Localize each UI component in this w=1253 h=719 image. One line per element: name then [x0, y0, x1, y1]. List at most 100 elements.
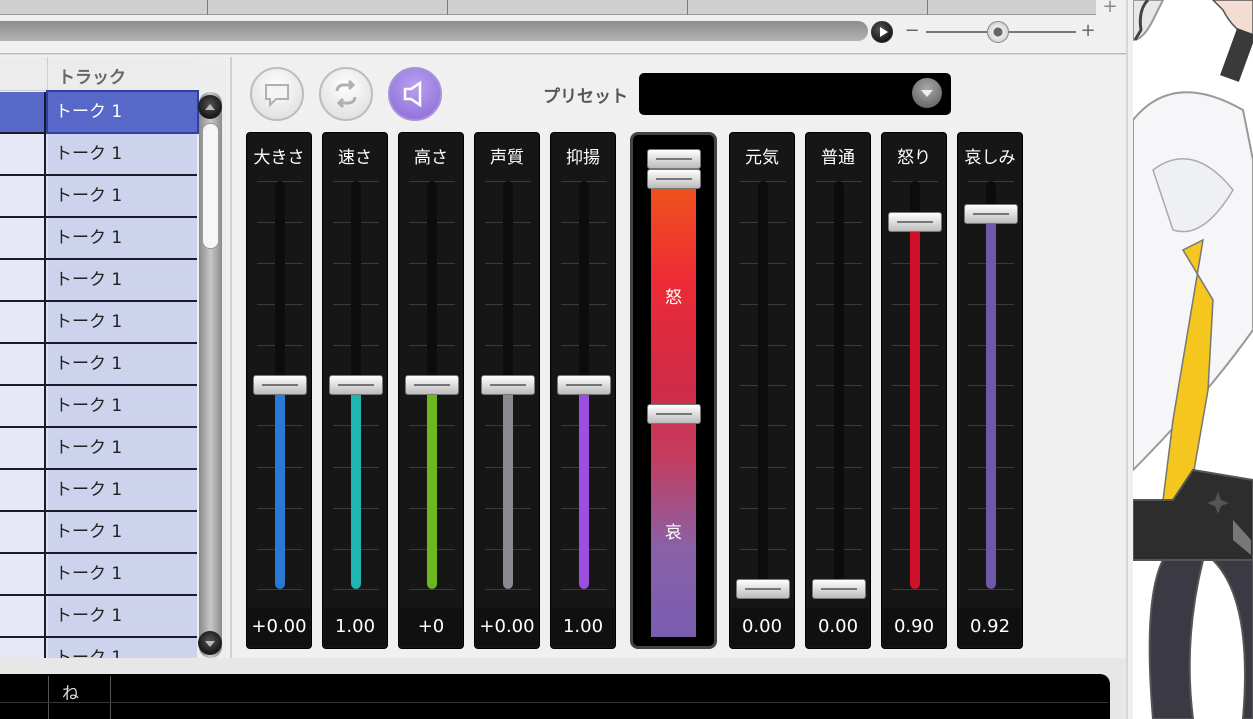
column-separator [47, 57, 48, 91]
track-name[interactable]: トーク 1 [48, 386, 197, 426]
slider-value[interactable]: +0 [400, 608, 462, 646]
track-row[interactable]: トーク 1 [0, 134, 197, 176]
track-row-handle[interactable] [0, 344, 46, 384]
horizontal-scrollbar[interactable] [0, 21, 868, 41]
track-name[interactable]: トーク 1 [48, 134, 197, 174]
track-row-handle[interactable] [0, 386, 46, 426]
slider-fill [986, 213, 996, 589]
play-button[interactable] [871, 21, 893, 43]
slider-sliders-3[interactable]: 声質 +0.00 [474, 132, 540, 649]
scroll-up-icon[interactable] [198, 95, 222, 119]
track-row[interactable]: トーク 1 [0, 90, 199, 134]
slider-emotion_sliders-1[interactable]: 普通 0.00 [805, 132, 871, 649]
slider-emotion_sliders-2[interactable]: 怒り 0.90 [881, 132, 947, 649]
track-name[interactable]: トーク 1 [48, 260, 197, 300]
track-row[interactable]: トーク 1 [0, 344, 197, 386]
track-name[interactable]: トーク 1 [48, 638, 197, 658]
slider-track[interactable] [834, 181, 844, 589]
slider-emotion_sliders-3[interactable]: 哀しみ 0.92 [957, 132, 1023, 649]
slider-sliders-4[interactable]: 抑揚 1.00 [550, 132, 616, 649]
slider-value[interactable]: 1.00 [552, 608, 614, 646]
track-row-handle[interactable] [0, 260, 46, 300]
track-row[interactable]: トーク 1 [0, 512, 197, 554]
track-row-handle[interactable] [0, 638, 46, 658]
track-row-handle[interactable] [0, 302, 46, 342]
emotion-mix-bottom-label: 哀 [665, 523, 682, 543]
track-row-handle[interactable] [0, 428, 46, 468]
speaker-button[interactable] [388, 67, 442, 121]
emotion-mix-slider[interactable]: 怒 哀 [630, 132, 717, 649]
track-row[interactable]: トーク 1 [0, 260, 197, 302]
emotion-mix-split-thumb[interactable] [647, 404, 701, 425]
slider-thumb[interactable] [329, 375, 383, 395]
loop-icon [335, 79, 357, 109]
track-row-handle[interactable] [0, 176, 46, 216]
slider-sliders-0[interactable]: 大きさ +0.00 [246, 132, 312, 649]
slider-gridline [409, 589, 455, 590]
preset-dropdown[interactable] [639, 73, 951, 115]
slider-thumb[interactable] [253, 375, 307, 395]
track-row-handle[interactable] [0, 134, 46, 174]
slider-value[interactable]: 1.00 [324, 608, 386, 646]
track-row-handle[interactable] [0, 512, 46, 552]
track-row[interactable]: トーク 1 [0, 428, 197, 470]
slider-value[interactable]: 0.90 [883, 608, 945, 646]
emotion-mix-upper-thumb[interactable] [647, 169, 701, 189]
add-icon[interactable]: + [1100, 0, 1120, 16]
track-name[interactable]: トーク 1 [48, 428, 197, 468]
track-name[interactable]: トーク 1 [48, 554, 197, 594]
track-row[interactable]: トーク 1 [0, 302, 197, 344]
vertical-scrollbar-thumb[interactable] [202, 123, 219, 249]
track-row[interactable]: トーク 1 [0, 554, 197, 596]
zoom-slider-thumb[interactable] [987, 21, 1009, 43]
slider-gridline [333, 589, 379, 590]
slider-thumb[interactable] [481, 375, 535, 395]
slider-sliders-2[interactable]: 高さ +0 [398, 132, 464, 649]
track-row-handle[interactable] [0, 554, 46, 594]
slider-thumb[interactable] [405, 375, 459, 395]
track-row-handle[interactable] [0, 92, 46, 132]
slider-sliders-1[interactable]: 速さ 1.00 [322, 132, 388, 649]
slider-emotion_sliders-0[interactable]: 元気 0.00 [729, 132, 795, 649]
slider-thumb[interactable] [888, 211, 942, 232]
slider-thumb[interactable] [557, 375, 611, 395]
track-name[interactable]: トーク 1 [46, 90, 199, 134]
track-row-handle[interactable] [0, 218, 46, 258]
track-name[interactable]: トーク 1 [48, 218, 197, 258]
chevron-down-icon[interactable] [912, 78, 942, 108]
track-row[interactable]: トーク 1 [0, 386, 197, 428]
track-row[interactable]: トーク 1 [0, 218, 197, 260]
track-row[interactable]: トーク 1 [0, 176, 197, 218]
track-name[interactable]: トーク 1 [48, 176, 197, 216]
slider-value[interactable]: 0.00 [807, 608, 869, 646]
slider-value[interactable]: 0.00 [731, 608, 793, 646]
phoneme-cell[interactable]: ね [62, 679, 79, 704]
track-name[interactable]: トーク 1 [48, 596, 197, 636]
track-row[interactable]: トーク 1 [0, 470, 197, 512]
timeline-ruler[interactable] [0, 0, 1096, 15]
emotion-mix-top-thumb[interactable] [647, 149, 701, 169]
track-row-handle[interactable] [0, 470, 46, 510]
track-name[interactable]: トーク 1 [48, 470, 197, 510]
speech-bubble-icon [265, 84, 289, 108]
slider-track[interactable] [758, 181, 768, 589]
scroll-down-icon[interactable] [198, 631, 222, 655]
slider-value[interactable]: +0.00 [248, 608, 310, 646]
slider-label: 声質 [490, 148, 524, 168]
zoom-out-icon[interactable]: − [904, 22, 920, 40]
zoom-in-icon[interactable]: + [1079, 22, 1097, 40]
track-name[interactable]: トーク 1 [48, 302, 197, 342]
slider-thumb[interactable] [736, 579, 790, 599]
track-name[interactable]: トーク 1 [48, 344, 197, 384]
track-row-handle[interactable] [0, 596, 46, 636]
track-name[interactable]: トーク 1 [48, 512, 197, 552]
slider-thumb[interactable] [812, 579, 866, 599]
phoneme-strip[interactable] [0, 674, 1110, 719]
speech-bubble-button[interactable] [250, 67, 304, 121]
slider-value[interactable]: +0.00 [476, 608, 538, 646]
slider-value[interactable]: 0.92 [959, 608, 1021, 646]
slider-thumb[interactable] [964, 203, 1018, 224]
track-row[interactable]: トーク 1 [0, 596, 197, 638]
loop-button[interactable] [319, 67, 373, 121]
track-row[interactable]: トーク 1 [0, 638, 197, 658]
